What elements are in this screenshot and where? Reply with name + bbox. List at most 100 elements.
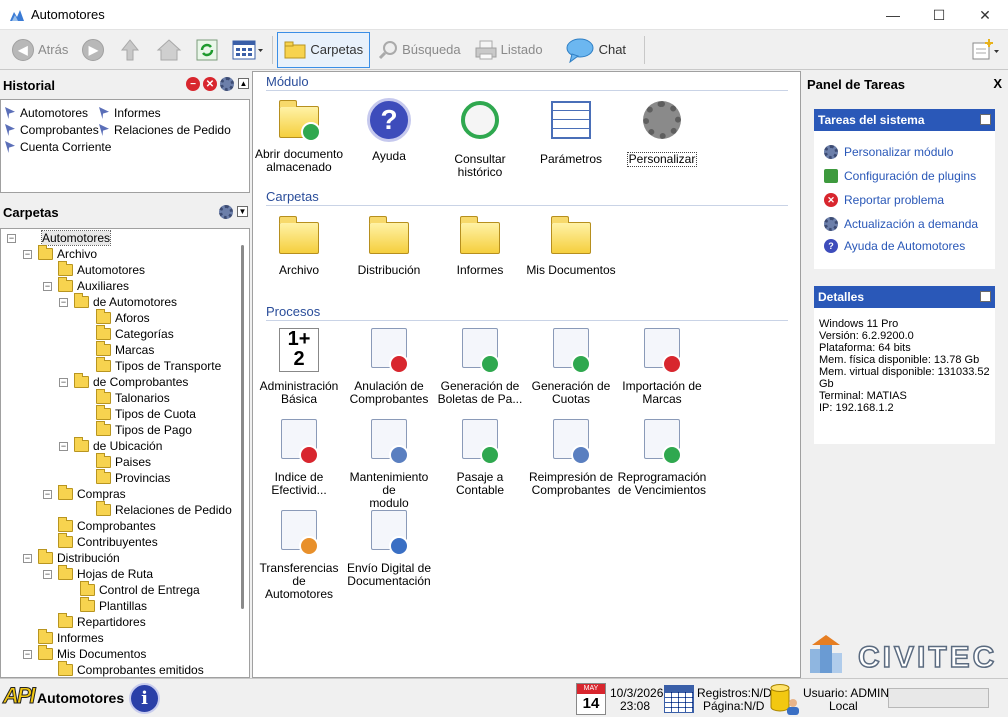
history-item[interactable]: Comprobantes (5, 123, 99, 137)
tree-node[interactable]: Comprobantes (43, 517, 156, 534)
view-mode-button[interactable] (228, 32, 268, 68)
tree-node[interactable]: − de Ubicación (59, 437, 162, 454)
process-item[interactable]: Generación de Cuotas (524, 326, 618, 406)
api-logo-text: API (3, 683, 37, 709)
tree-expander-icon[interactable]: − (59, 377, 68, 387)
task-report-problem[interactable]: ✕ Reportar problema (824, 193, 944, 207)
folder-item[interactable]: Informes (433, 212, 527, 277)
expand-icon[interactable]: ▼ (237, 206, 248, 217)
collapse-icon[interactable]: ▲ (980, 291, 991, 302)
process-item[interactable]: Envío Digital de Documentación (342, 508, 436, 588)
tree-node[interactable]: Talonarios (81, 389, 170, 406)
tree-node[interactable]: Tipos de Transporte (81, 357, 221, 374)
tree-node[interactable]: − Distribución (23, 549, 120, 566)
tree-node[interactable]: Contribuyentes (43, 533, 158, 550)
tree-node[interactable]: Tipos de Cuota (81, 405, 196, 422)
tree-expander-icon[interactable]: − (7, 233, 16, 243)
process-item[interactable]: Mantenimiento de modulo (342, 417, 436, 510)
forward-button[interactable]: ▶ (78, 32, 108, 68)
home-button[interactable] (152, 32, 186, 68)
tree-node[interactable]: Control de Entrega (65, 581, 200, 598)
folder-item[interactable]: Mis Documentos (524, 212, 618, 277)
folder-open-icon (38, 549, 53, 564)
history-item[interactable]: Cuenta Corriente (5, 140, 111, 154)
history-item[interactable]: Informes (99, 106, 161, 120)
tree-node[interactable]: Automotores (43, 261, 145, 278)
tree-node[interactable]: − Auxiliares (43, 277, 129, 294)
history-item[interactable]: Relaciones de Pedido (99, 123, 231, 137)
tree-expander-icon[interactable]: − (23, 649, 32, 659)
process-item[interactable]: Pasaje a Contable (433, 417, 527, 497)
task-update-on-demand[interactable]: Actualización a demanda (824, 217, 978, 231)
maximize-button[interactable]: ☐ (916, 0, 962, 30)
tree-node[interactable]: Paises (81, 453, 151, 470)
minimize-button[interactable]: — (870, 0, 916, 30)
tree-node[interactable]: Informes (23, 629, 104, 646)
tree-expander-icon[interactable]: − (43, 569, 52, 579)
tree-expander-icon[interactable]: − (43, 489, 52, 499)
tree-node[interactable]: Provincias (81, 469, 170, 486)
search-button[interactable]: Búsqueda (374, 32, 465, 68)
collapse-icon[interactable]: ▲ (980, 114, 991, 125)
tree-node-label: de Automotores (93, 295, 178, 309)
folders-button[interactable]: Carpetas (277, 31, 371, 68)
tree-expander-icon[interactable]: − (23, 553, 32, 563)
process-item[interactable]: Importación de Marcas (615, 326, 709, 406)
info-icon[interactable]: i (129, 683, 160, 714)
tree-node[interactable]: − Compras (43, 485, 126, 502)
tree-node[interactable]: − Automotores (7, 230, 112, 246)
process-item[interactable]: Indice de Efectivid... (252, 417, 346, 497)
tree-expander-icon[interactable]: − (59, 297, 68, 307)
task-panel-close-button[interactable]: X (993, 76, 1002, 91)
up-button[interactable] (114, 32, 146, 68)
folder-item[interactable]: Distribución (342, 212, 436, 277)
gear-icon[interactable] (220, 77, 234, 91)
gear-icon[interactable] (219, 205, 233, 219)
history-item[interactable]: Automotores (5, 106, 88, 120)
tree-node[interactable]: Plantillas (65, 597, 147, 614)
folder-icon (96, 325, 111, 340)
remove-icon[interactable]: − (186, 77, 200, 91)
tree-scrollbar[interactable] (241, 245, 244, 609)
tree-expander-icon[interactable]: − (59, 441, 68, 451)
module-item[interactable]: ? Ayuda (342, 96, 436, 163)
tree-node[interactable]: Tipos de Pago (81, 421, 192, 438)
tree-node[interactable]: Repartidores (43, 613, 146, 630)
tree-node[interactable]: − de Comprobantes (59, 373, 188, 390)
chat-bubble-icon (566, 38, 594, 63)
back-button[interactable]: ◀ Atrás (8, 32, 72, 68)
tree-expander-icon[interactable]: − (23, 249, 32, 259)
process-item[interactable]: Anulación de Comprobantes (342, 326, 436, 406)
refresh-button[interactable] (192, 32, 222, 68)
tree-node[interactable]: − de Automotores (59, 293, 178, 310)
tree-node[interactable]: Comprobantes emitidos (43, 661, 204, 677)
tree-node[interactable]: Categorías (81, 325, 174, 342)
module-item[interactable]: Abrir documento almacenado (252, 96, 346, 174)
process-item[interactable]: Reimpresión de Comprobantes (524, 417, 618, 497)
task-help[interactable]: ? Ayuda de Automotores (824, 239, 965, 253)
tree-node[interactable]: Aforos (81, 309, 150, 326)
tree-node[interactable]: − Hojas de Ruta (43, 565, 153, 582)
new-item-button[interactable] (966, 32, 1004, 68)
close-button[interactable]: ✕ (962, 0, 1008, 30)
process-item[interactable]: Transferencias de Automotores (252, 508, 346, 601)
tree-expander-icon[interactable]: − (43, 281, 52, 291)
chat-button[interactable]: Chat (561, 32, 630, 68)
collapse-icon[interactable]: ▲ (238, 78, 249, 89)
module-item[interactable]: Personalizar (615, 96, 709, 167)
module-item[interactable]: Consultar histórico (433, 96, 527, 179)
process-item[interactable]: Generación de Boletas de Pa... (433, 326, 527, 406)
clear-icon[interactable]: ✕ (203, 77, 217, 91)
module-item[interactable]: Parámetros (524, 96, 618, 166)
tree-node[interactable]: − Archivo (23, 245, 97, 262)
grid-view-icon (232, 40, 264, 59)
process-item[interactable]: Reprogramación de Vencimientos (615, 417, 709, 497)
listing-button[interactable]: Listado (471, 32, 547, 68)
tree-node[interactable]: Marcas (81, 341, 154, 358)
tree-node[interactable]: Relaciones de Pedido (81, 501, 232, 518)
task-plugin-config[interactable]: Configuración de plugins (824, 169, 976, 183)
folder-item[interactable]: Archivo (252, 212, 346, 277)
task-customize-module[interactable]: Personalizar módulo (824, 145, 953, 159)
process-item[interactable]: 1+ 2 Administración Básica (252, 326, 346, 406)
tree-node[interactable]: − Mis Documentos (23, 645, 146, 662)
